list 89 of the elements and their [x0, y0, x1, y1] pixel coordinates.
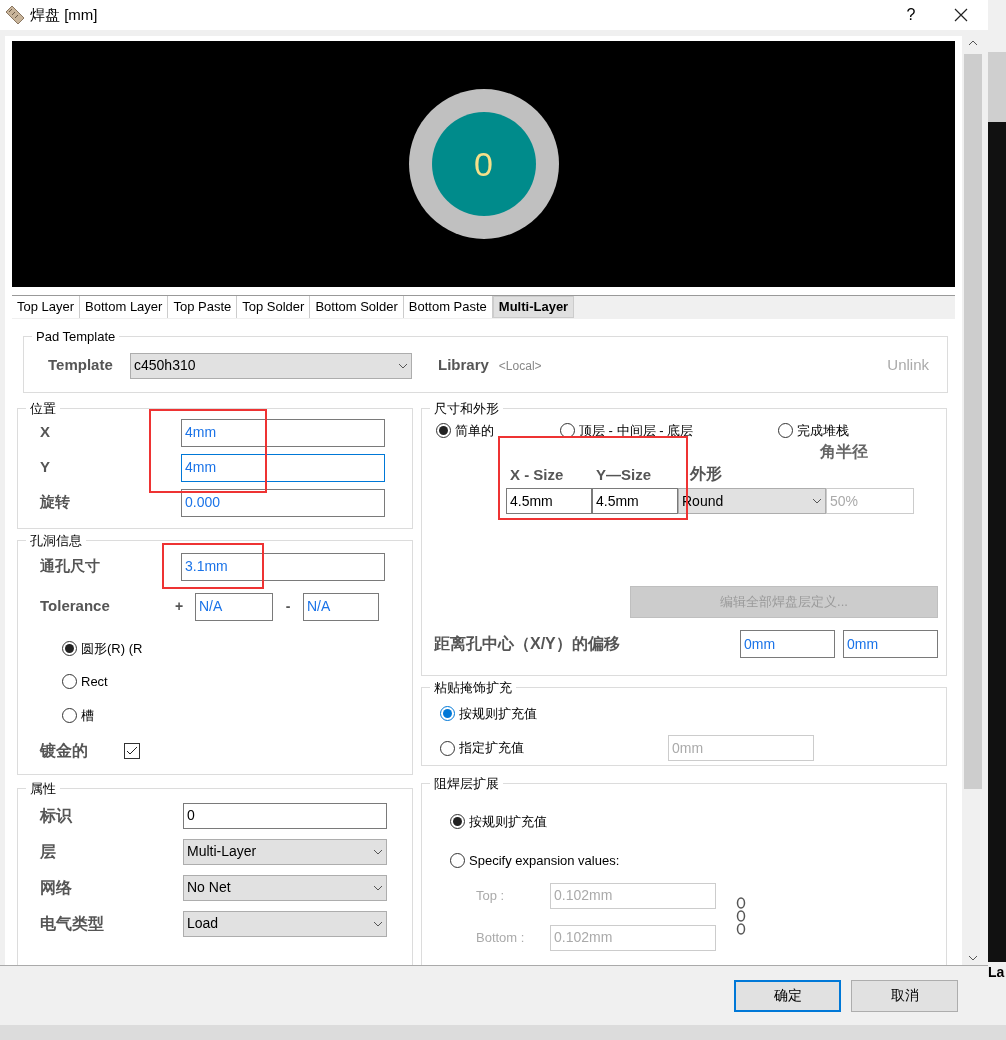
chevron-down-icon [968, 955, 978, 961]
radio-button[interactable] [436, 422, 451, 438]
input-field[interactable]: 3.1mm [181, 552, 385, 581]
radio-button[interactable] [62, 640, 77, 656]
radio-option[interactable]: Specify expansion values: [450, 851, 620, 871]
chevron-down-icon [812, 498, 822, 504]
column-header: X - Size [510, 464, 565, 485]
field-label: Tolerance [40, 596, 111, 617]
dropdown[interactable]: c450h310 [130, 352, 412, 379]
radio-option[interactable]: 简单的 [436, 420, 494, 440]
group-title: 粘贴掩饰扩充 [433, 679, 513, 697]
dialog-button[interactable]: 确定 [734, 979, 841, 1012]
dropdown[interactable]: No Net [183, 874, 387, 901]
designator-label: 0 [474, 143, 493, 185]
radio-button[interactable] [450, 813, 465, 829]
window-title: 焊盘 [mm] [30, 4, 98, 25]
plated-checkbox[interactable] [124, 743, 140, 759]
layer-tab[interactable]: Top Layer [12, 296, 81, 318]
field-label: 旋转 [40, 492, 71, 513]
field-label: 电气类型 [40, 913, 105, 934]
field-label: Y [40, 457, 51, 478]
input-field[interactable]: 0 [183, 802, 387, 829]
chain-link-icon [736, 896, 746, 935]
radio-button[interactable] [62, 674, 77, 690]
input-field[interactable]: N/A [195, 592, 273, 621]
input-field[interactable]: 4mm [181, 453, 385, 482]
layer-tab[interactable]: Bottom Layer [80, 296, 169, 318]
group-title: Pad Template [35, 328, 117, 346]
input-field[interactable]: 4.5mm [506, 488, 592, 514]
radio-option[interactable]: 指定扩充值 [440, 738, 524, 758]
radio-option[interactable]: 完成堆栈 [778, 420, 849, 440]
radio-button[interactable] [778, 422, 793, 438]
layer-tab[interactable]: Top Paste [168, 296, 238, 318]
field-label: Top : [476, 886, 506, 905]
scroll-thumb[interactable] [964, 54, 982, 789]
layer-tab[interactable]: Multi-Layer [492, 296, 575, 318]
field-label: X [40, 422, 51, 443]
column-header: 角半径 [820, 442, 868, 462]
field-label: Library [438, 355, 489, 376]
input-field[interactable]: 4mm [181, 418, 385, 447]
input-field[interactable]: 0mm [740, 630, 835, 658]
library-value: <Local> [498, 357, 542, 375]
help-button[interactable]: ? [888, 0, 934, 30]
radio-button[interactable] [440, 740, 455, 756]
input-field[interactable]: 4.5mm [592, 488, 678, 514]
layer-tab[interactable]: Bottom Paste [403, 296, 493, 318]
field-label: 网络 [40, 877, 73, 898]
group-title: 属性 [29, 780, 57, 798]
background-window-text: La [988, 963, 1006, 982]
close-icon [954, 8, 968, 22]
input-field[interactable]: N/A [303, 592, 379, 621]
group-title: 孔洞信息 [29, 532, 83, 550]
plus-sign: + [175, 597, 185, 616]
field-label: 标识 [40, 805, 73, 826]
dropdown[interactable]: Load [183, 910, 387, 937]
field-label: 距离孔中心（X/Y）的偏移 [434, 634, 621, 654]
ruler-pencil-icon [4, 4, 26, 26]
layer-tab[interactable]: Top Solder [237, 296, 311, 318]
layer-tab[interactable]: Bottom Solder [310, 296, 404, 318]
radio-option[interactable]: 槽 [62, 705, 94, 725]
input-field[interactable]: 0.000 [181, 488, 385, 517]
chevron-down-icon [398, 362, 408, 369]
input-field[interactable]: 0mm [843, 630, 938, 658]
radio-option[interactable]: 顶层 - 中间层 - 底层 [560, 420, 694, 440]
chevron-down-icon [373, 920, 383, 927]
field-label: 层 [40, 841, 57, 862]
dialog-button[interactable]: 取消 [851, 979, 958, 1012]
dropdown[interactable]: Multi-Layer [183, 838, 387, 865]
field-label: 通孔尺寸 [40, 556, 101, 577]
radio-button[interactable] [450, 853, 465, 869]
radio-option[interactable]: Rect [62, 672, 108, 692]
group-title: 尺寸和外形 [433, 400, 500, 418]
chevron-down-icon [373, 848, 383, 855]
check-icon [126, 745, 138, 757]
field-label: 镀金的 [40, 741, 89, 761]
radio-option[interactable]: 按规则扩充值 [440, 703, 537, 723]
field-label: Template [48, 355, 114, 376]
group-title: 位置 [29, 400, 57, 418]
radio-option[interactable]: 圆形(R) (R [62, 638, 143, 658]
group-title: 阻焊层扩展 [433, 775, 500, 793]
field-label: Bottom : [476, 928, 526, 947]
minus-sign: - [284, 597, 292, 616]
radio-option[interactable]: 按规则扩充值 [450, 811, 547, 831]
radio-button[interactable] [440, 705, 455, 721]
chevron-down-icon [373, 884, 383, 891]
column-header: Y—Size [596, 464, 653, 485]
column-header: 外形 [690, 464, 722, 484]
chevron-up-icon [968, 40, 978, 46]
radio-button[interactable] [62, 707, 77, 723]
